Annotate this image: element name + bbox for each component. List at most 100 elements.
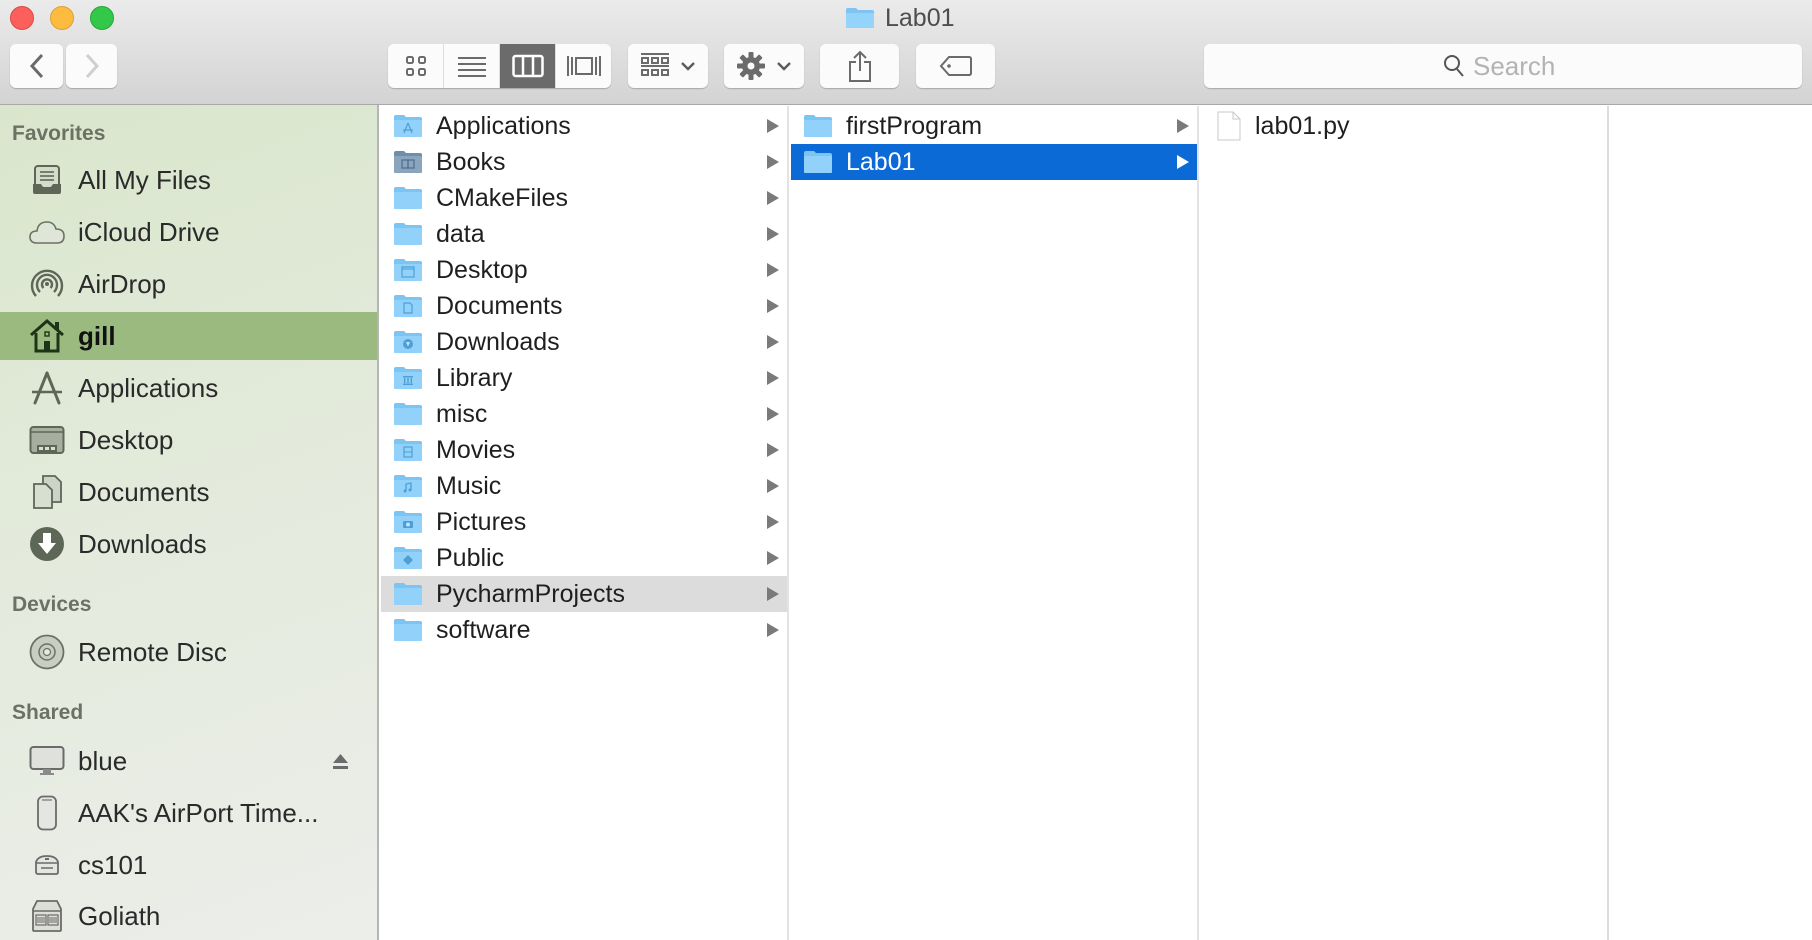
- action-button[interactable]: [724, 44, 804, 88]
- column-item[interactable]: Desktop: [381, 252, 787, 288]
- list-icon: [457, 57, 486, 77]
- column-item-label: software: [436, 615, 531, 644]
- close-window-button[interactable]: [10, 6, 34, 30]
- column-view-button[interactable]: [500, 44, 556, 88]
- search-input[interactable]: [1473, 50, 1563, 82]
- sidebar-heading-shared: Shared: [12, 701, 84, 724]
- folder-desktop-icon: [393, 258, 423, 282]
- sidebar-item-goliath[interactable]: Goliath: [0, 892, 377, 940]
- disclosure-arrow-icon: [767, 551, 779, 565]
- column-item-label: Books: [436, 147, 506, 176]
- column-item-label: Public: [436, 543, 505, 572]
- column-item[interactable]: PycharmProjects: [381, 576, 787, 612]
- column-item[interactable]: Library: [381, 360, 787, 396]
- column-item[interactable]: Movies: [381, 432, 787, 468]
- sidebar-item-label: iCloud Drive: [78, 216, 220, 247]
- folder-icon: [803, 150, 833, 174]
- sidebar-item-label: All My Files: [78, 164, 211, 195]
- icon-view-button[interactable]: [388, 44, 444, 88]
- column-item-label: Pictures: [436, 507, 527, 536]
- share-button[interactable]: [820, 44, 899, 88]
- sidebar-item-desktop[interactable]: Desktop: [0, 416, 377, 464]
- column-item-label: Desktop: [436, 255, 528, 284]
- eject-icon[interactable]: [332, 753, 349, 770]
- disc-icon: [28, 633, 66, 671]
- window-title: Lab01: [845, 3, 955, 32]
- folder-icon: [393, 582, 423, 606]
- disclosure-arrow-icon: [767, 371, 779, 385]
- sidebar-item-airport-time-capsule[interactable]: AAK's AirPort Time...: [0, 789, 377, 837]
- column-item[interactable]: Books: [381, 144, 787, 180]
- sidebar-item-cs101[interactable]: cs101: [0, 841, 377, 889]
- sidebar-heading-devices: Devices: [12, 593, 92, 616]
- browser-column-1: Applications Books CMakeFiles data Desktop Do…: [381, 106, 789, 940]
- chevron-down-icon: [777, 62, 791, 71]
- column-item[interactable]: Lab01: [791, 144, 1197, 180]
- sidebar-item-label: Goliath: [78, 900, 161, 931]
- sidebar-item-applications[interactable]: Applications: [0, 364, 377, 412]
- sidebar-item-label: Remote Disc: [78, 636, 227, 667]
- search-field[interactable]: [1204, 44, 1802, 88]
- imac-icon: [28, 742, 66, 780]
- disclosure-arrow-icon: [767, 623, 779, 637]
- sidebar-item-downloads[interactable]: Downloads: [0, 520, 377, 568]
- view-mode-control: [388, 44, 611, 88]
- sidebar-item-documents[interactable]: Documents: [0, 468, 377, 516]
- disclosure-arrow-icon: [767, 407, 779, 421]
- cloud-icon: [28, 213, 66, 251]
- sidebar-heading-favorites: Favorites: [12, 122, 106, 145]
- column-item-label: lab01.py: [1255, 111, 1350, 140]
- sidebar-item-label: blue: [78, 745, 128, 776]
- columns-icon: [511, 54, 544, 78]
- folder-pictures-icon: [393, 510, 423, 534]
- column-item[interactable]: CMakeFiles: [381, 180, 787, 216]
- column-item[interactable]: software: [381, 612, 787, 648]
- sidebar-item-airdrop[interactable]: AirDrop: [0, 260, 377, 308]
- zoom-window-button[interactable]: [90, 6, 114, 30]
- back-button[interactable]: [10, 44, 63, 88]
- disclosure-arrow-icon: [767, 119, 779, 133]
- tag-button[interactable]: [916, 44, 995, 88]
- sidebar-item-label: Applications: [78, 372, 219, 403]
- disclosure-arrow-icon: [767, 587, 779, 601]
- arrange-button[interactable]: [628, 44, 708, 88]
- list-view-button[interactable]: [444, 44, 500, 88]
- column-item-label: Music: [436, 471, 502, 500]
- gear-icon: [737, 52, 765, 80]
- column-item-label: misc: [436, 399, 488, 428]
- browser-column-2: firstProgram Lab01: [791, 106, 1199, 940]
- column-item-label: Lab01: [846, 147, 916, 176]
- sidebar-item-all-my-files[interactable]: All My Files: [0, 156, 377, 204]
- column-item[interactable]: Public: [381, 540, 787, 576]
- window-title-text: Lab01: [885, 3, 955, 32]
- column-item[interactable]: misc: [381, 396, 787, 432]
- server-icon: [28, 897, 66, 935]
- sidebar-item-icloud-drive[interactable]: iCloud Drive: [0, 208, 377, 256]
- column-item[interactable]: Applications: [381, 108, 787, 144]
- sidebar: Favorites All My Files iCloud Drive AirD…: [0, 105, 379, 940]
- sidebar-item-remote-disc[interactable]: Remote Disc: [0, 628, 377, 676]
- sidebar-item-blue[interactable]: blue: [0, 737, 377, 785]
- column-item[interactable]: data: [381, 216, 787, 252]
- column-item[interactable]: Pictures: [381, 504, 787, 540]
- column-item[interactable]: Downloads: [381, 324, 787, 360]
- chevron-down-icon: [681, 62, 695, 71]
- disclosure-arrow-icon: [767, 227, 779, 241]
- minimize-window-button[interactable]: [50, 6, 74, 30]
- tag-icon: [939, 56, 972, 76]
- sidebar-item-gill[interactable]: gill: [0, 312, 377, 360]
- cover-flow-icon: [566, 56, 601, 76]
- disclosure-arrow-icon: [767, 263, 779, 277]
- share-icon: [848, 50, 871, 82]
- disclosure-arrow-icon: [767, 515, 779, 529]
- applications-icon: [28, 369, 66, 407]
- column-item[interactable]: Music: [381, 468, 787, 504]
- folder-books-icon: [393, 150, 423, 174]
- column-item[interactable]: Documents: [381, 288, 787, 324]
- cover-flow-view-button[interactable]: [556, 44, 611, 88]
- forward-button[interactable]: [66, 44, 117, 88]
- column-item[interactable]: lab01.py: [1201, 108, 1607, 144]
- downloads-icon: [28, 525, 66, 563]
- column-item-label: data: [436, 219, 485, 248]
- column-item[interactable]: firstProgram: [791, 108, 1197, 144]
